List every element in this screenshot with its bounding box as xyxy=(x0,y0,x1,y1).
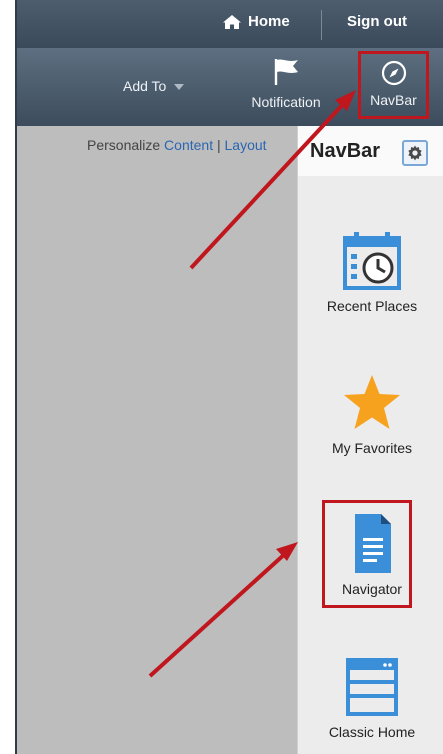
annotation-arrow-navigator xyxy=(148,550,289,678)
app-frame: Home Sign out Add To Notification NavBar… xyxy=(15,0,443,754)
annotation-arrows xyxy=(148,90,356,678)
annotation-arrow-navbar xyxy=(189,100,347,270)
